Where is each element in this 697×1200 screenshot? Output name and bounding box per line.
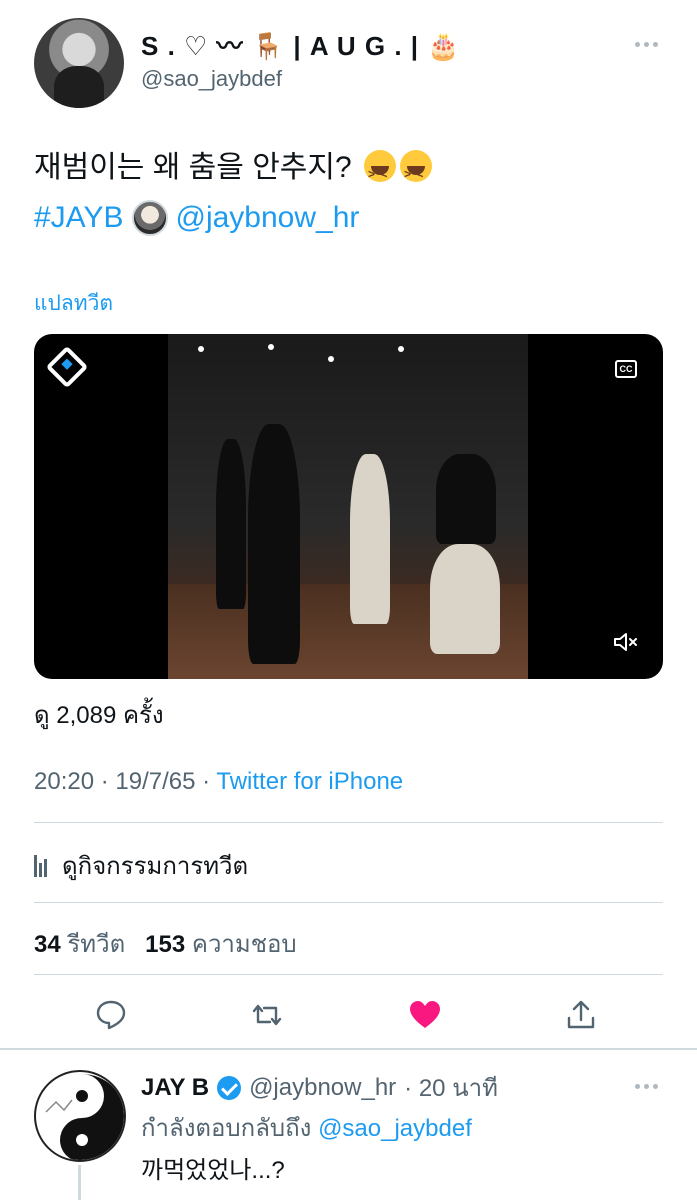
laughing-emoji-icon xyxy=(364,150,397,194)
reply-text: 까먹었었나...? xyxy=(141,1157,285,1184)
analytics-icon xyxy=(34,854,48,877)
replying-to: กำลังตอบกลับถึง @sao_jaybdef xyxy=(141,1108,472,1147)
tweet-action-bar xyxy=(34,990,663,1040)
video-player[interactable]: CC xyxy=(34,334,663,679)
reply-author-avatar[interactable] xyxy=(34,1070,126,1162)
tweet-time[interactable]: 20:20 xyxy=(34,768,94,795)
view-count: ดู 2,089 ครั้ง xyxy=(34,702,164,729)
tweet-date[interactable]: 19/7/65 xyxy=(115,768,195,795)
share-icon[interactable] xyxy=(564,998,598,1032)
retweet-label[interactable]: รีทวีต xyxy=(67,931,125,958)
yin-yang-icon xyxy=(38,1074,124,1160)
translate-tweet-link[interactable]: แปลทวีต xyxy=(34,287,113,320)
hashtag-link[interactable]: #JAYB xyxy=(34,198,124,238)
meta-separator: · xyxy=(100,768,116,795)
reply-author-name[interactable]: JAY B xyxy=(141,1074,209,1102)
like-count[interactable]: 153 xyxy=(145,931,185,958)
divider xyxy=(34,974,663,975)
author-handle[interactable]: @sao_jaybdef xyxy=(141,66,282,92)
hashflag-icon xyxy=(131,200,168,236)
reply-icon[interactable] xyxy=(94,998,128,1032)
author-avatar[interactable] xyxy=(34,18,124,108)
tweet-activity-label: ดูกิจกรรมการทวีต xyxy=(62,853,249,880)
reply-author-handle[interactable]: @jaybnow_hr xyxy=(249,1074,396,1102)
divider xyxy=(34,822,663,823)
retweet-count[interactable]: 34 xyxy=(34,931,61,958)
divider xyxy=(34,902,663,903)
author-display-name[interactable]: S . ♡ 〰 🪑 | A U G . | 🎂 xyxy=(141,26,461,63)
tweet-activity-link[interactable]: ดูกิจกรรมการทวีต xyxy=(34,846,248,885)
section-divider xyxy=(0,1048,697,1050)
video-frame xyxy=(168,334,528,679)
meta-separator: · xyxy=(202,768,217,795)
thread-line xyxy=(78,1165,81,1200)
tweet-links: #JAYB @jaybnow_hr xyxy=(34,198,359,238)
replying-to-label: กำลังตอบกลับถึง xyxy=(141,1115,312,1142)
reply-header: JAY B @jaybnow_hr · 20 นาที xyxy=(141,1068,498,1107)
mention-link[interactable]: @jaybnow_hr xyxy=(176,198,360,238)
tweet-meta: 20:20 · 19/7/65 · Twitter for iPhone xyxy=(34,768,403,796)
replying-to-mention[interactable]: @sao_jaybdef xyxy=(318,1115,472,1142)
heart-icon[interactable] xyxy=(408,998,442,1032)
mute-icon[interactable] xyxy=(613,631,639,653)
tweet-text-body: 재범이는 왜 춤을 안추지? xyxy=(34,151,352,184)
tweet-text: 재범이는 왜 춤을 안추지? xyxy=(34,148,433,194)
laughing-emoji-icon xyxy=(400,150,433,194)
retweet-icon[interactable] xyxy=(250,998,284,1032)
tweet-source[interactable]: Twitter for iPhone xyxy=(216,768,403,795)
more-options-icon[interactable] xyxy=(632,34,660,54)
like-label[interactable]: ความชอบ xyxy=(192,931,297,958)
channel-logo-icon xyxy=(45,345,89,389)
verified-badge-icon xyxy=(217,1075,242,1100)
reply-more-options-icon[interactable] xyxy=(632,1076,660,1096)
closed-captions-icon[interactable]: CC xyxy=(615,360,637,378)
reply-time[interactable]: · 20 นาที xyxy=(404,1068,498,1107)
tweet-stats: 34 รีทวีต 153 ความชอบ xyxy=(34,924,297,963)
